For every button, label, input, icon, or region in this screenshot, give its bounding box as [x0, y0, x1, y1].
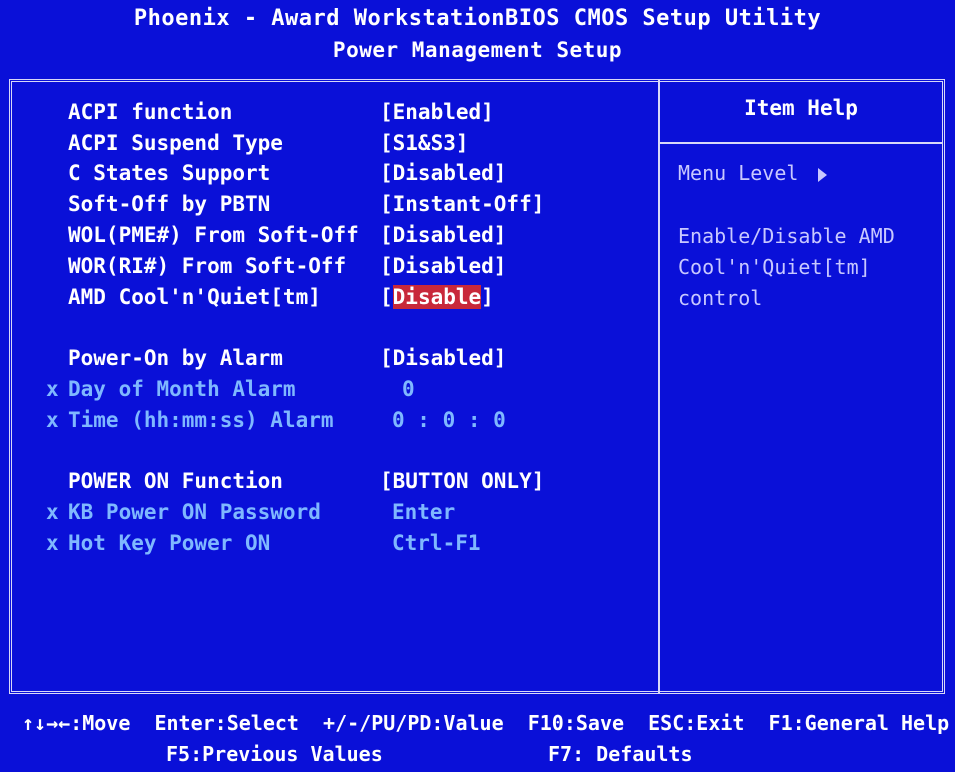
- selected-value-highlight[interactable]: Disable: [392, 285, 482, 309]
- unavailable-mark: x: [46, 408, 59, 432]
- arrow-right-icon: [818, 167, 828, 182]
- setting-value-soft-off-by-pbtn[interactable]: [Instant-Off]: [380, 190, 544, 218]
- setting-label-power-on-by-alarm: Power-On by Alarm: [68, 346, 283, 370]
- setting-label-acpi-function: ACPI function: [68, 100, 233, 124]
- key-legend-previous-values: F5:Previous Values: [166, 742, 383, 766]
- value-bracket-close: ]: [481, 285, 494, 309]
- setting-value-acpi-suspend-type[interactable]: [S1&S3]: [380, 129, 469, 157]
- setting-label-kb-power-on-password: KB Power ON Password: [68, 500, 321, 524]
- setting-value-acpi-function[interactable]: [Enabled]: [380, 98, 494, 126]
- value-bracket-open: [: [380, 285, 393, 309]
- unavailable-mark: x: [46, 377, 59, 401]
- setting-value-kb-power-on-password: Enter: [392, 500, 456, 524]
- item-help-title: Item Help: [744, 96, 858, 120]
- help-description-line: Enable/Disable AMD: [678, 224, 895, 248]
- help-description-line: Cool'n'Quiet[tm]: [678, 255, 871, 279]
- setting-value-power-on-function[interactable]: [BUTTON ONLY]: [380, 467, 544, 495]
- setting-value-power-on-by-alarm[interactable]: [Disabled]: [380, 344, 506, 372]
- setting-label-wor-from-soft-off: WOR(RI#) From Soft-Off: [68, 254, 347, 278]
- menu-level-label: Menu Level: [678, 161, 799, 185]
- help-description-line: control: [678, 286, 763, 310]
- setting-label-time-alarm: Time (hh:mm:ss) Alarm: [68, 408, 334, 432]
- setting-value-wor-from-soft-off[interactable]: [Disabled]: [380, 252, 506, 280]
- setting-label-c-states-support: C States Support: [68, 161, 271, 185]
- setting-label-power-on-function: POWER ON Function: [68, 469, 283, 493]
- setting-value-time-alarm: 0 : 0 : 0: [392, 408, 506, 432]
- unavailable-mark: x: [46, 500, 59, 524]
- help-divider: [658, 79, 661, 694]
- key-legend-defaults: F7: Defaults: [548, 742, 693, 766]
- setting-label-acpi-suspend-type: ACPI Suspend Type: [68, 131, 283, 155]
- setting-value-day-of-month-alarm: 0: [402, 377, 415, 401]
- setting-value-c-states-support[interactable]: [Disabled]: [380, 159, 506, 187]
- setting-label-amd-cool-n-quiet: AMD Cool'n'Quiet[tm]: [68, 285, 321, 309]
- setting-value-hot-key-power-on: Ctrl-F1: [392, 531, 481, 555]
- setting-value-amd-cool-n-quiet[interactable]: [Disable]: [380, 283, 494, 311]
- menu-level: Menu Level: [678, 158, 828, 188]
- key-legend: ↑↓→←:Move Enter:Select +/-/PU/PD:Value F…: [22, 711, 950, 735]
- page-title: Power Management Setup: [332, 38, 623, 62]
- setting-value-wol-from-soft-off[interactable]: [Disabled]: [380, 221, 506, 249]
- help-title-rule: [660, 142, 942, 144]
- setting-label-soft-off-by-pbtn: Soft-Off by PBTN: [68, 192, 271, 216]
- utility-title: Phoenix - Award WorkstationBIOS CMOS Set…: [133, 6, 822, 31]
- unavailable-mark: x: [46, 531, 59, 555]
- setting-label-day-of-month-alarm: Day of Month Alarm: [68, 377, 296, 401]
- setting-label-hot-key-power-on: Hot Key Power ON: [68, 531, 271, 555]
- setting-label-wol-from-soft-off: WOL(PME#) From Soft-Off: [68, 223, 359, 247]
